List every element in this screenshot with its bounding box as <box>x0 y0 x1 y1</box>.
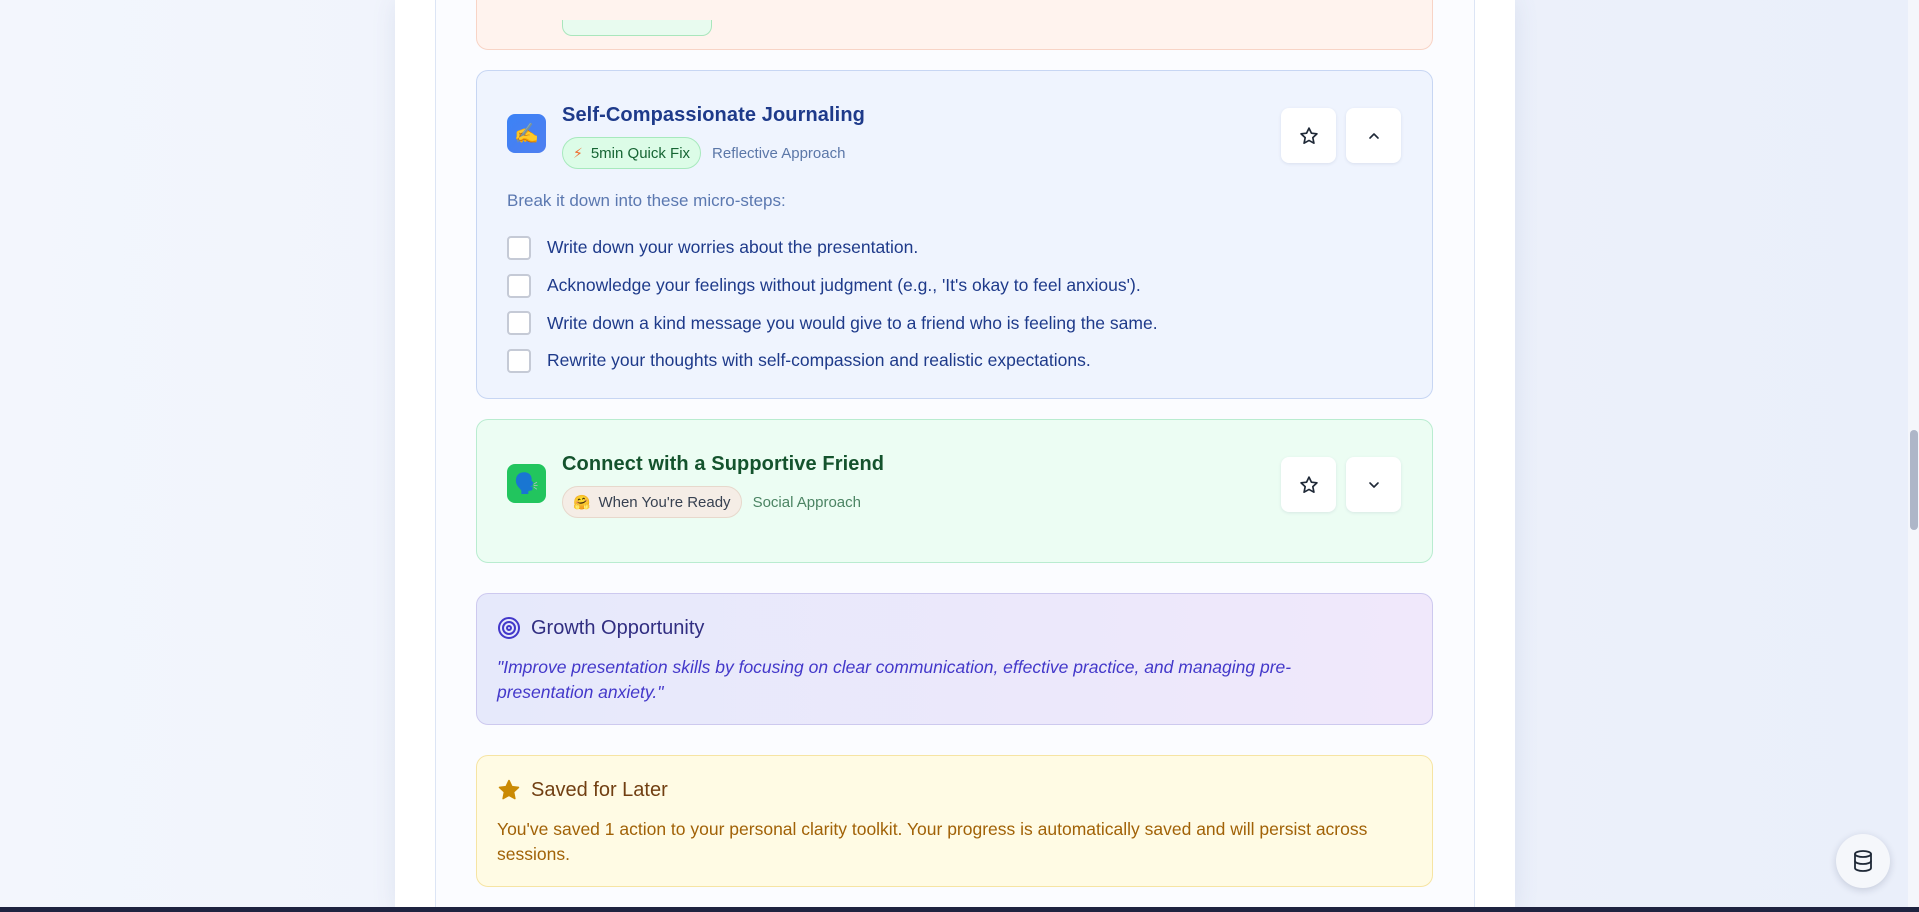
micro-step-text: Rewrite your thoughts with self-compassi… <box>547 350 1091 371</box>
saved-for-later-card: Saved for Later You've saved 1 action to… <box>476 755 1433 887</box>
micro-step-checkbox[interactable] <box>507 311 531 336</box>
micro-steps-list: Write down your worries about the presen… <box>507 229 1158 380</box>
micro-step-checkbox[interactable] <box>507 273 531 298</box>
growth-header: Growth Opportunity <box>497 616 704 640</box>
micro-step-text: Write down your worries about the presen… <box>547 237 919 258</box>
micro-step: Acknowledge your feelings without judgme… <box>507 267 1158 305</box>
action-title: Self-Compassionate Journaling <box>562 104 865 126</box>
writing-hand-glyph: ✍️ <box>514 123 539 145</box>
star-filled-icon <box>498 779 520 800</box>
saved-message: You've saved 1 action to your personal c… <box>497 819 1368 864</box>
saved-title: Saved for Later <box>531 778 668 801</box>
approach-label: Reflective Approach <box>712 144 846 162</box>
micro-step: Write down your worries about the presen… <box>507 229 1158 267</box>
micro-step: Rewrite your thoughts with self-compassi… <box>507 342 1158 380</box>
growth-opportunity-card: Growth Opportunity "Improve presentation… <box>476 593 1433 725</box>
database-button[interactable] <box>1836 834 1890 888</box>
collapse-button[interactable] <box>1346 108 1401 163</box>
micro-steps-intro: Break it down into these micro-steps: <box>507 191 786 210</box>
results-panel: ✍️ Self-Compassionate Journaling ⚡ 5min … <box>435 0 1475 912</box>
bottom-edge-bar <box>0 907 1919 912</box>
micro-step-checkbox[interactable] <box>507 235 531 260</box>
time-badge-label: When You're Ready <box>598 493 731 511</box>
save-star-button[interactable] <box>1281 108 1336 163</box>
writing-hand-icon: ✍️ <box>507 114 546 153</box>
previous-action-card <box>476 0 1433 50</box>
action-card-friend: 🗣️ Connect with a Supportive Friend 🤗 Wh… <box>476 419 1433 563</box>
saved-header: Saved for Later <box>497 778 668 802</box>
micro-step-checkbox[interactable] <box>507 348 531 373</box>
hugging-face-icon: 🤗 <box>573 493 591 510</box>
action-title: Connect with a Supportive Friend <box>562 453 885 475</box>
growth-title: Growth Opportunity <box>531 616 705 639</box>
micro-step: Write down a kind message you would give… <box>507 304 1158 342</box>
action-card-journaling: ✍️ Self-Compassionate Journaling ⚡ 5min … <box>476 70 1433 399</box>
save-star-button[interactable] <box>1281 457 1336 512</box>
lightning-bolt-icon: ⚡ <box>573 144 583 161</box>
scrollbar-thumb[interactable] <box>1910 430 1918 530</box>
star-outline-icon <box>1299 475 1318 493</box>
micro-step-text: Acknowledge your feelings without judgme… <box>547 275 1141 296</box>
approach-label: Social Approach <box>752 493 861 511</box>
micro-step-text: Write down a kind message you would give… <box>547 312 1158 333</box>
speaking-head-glyph: 🗣️ <box>514 473 539 495</box>
main-panel: ✍️ Self-Compassionate Journaling ⚡ 5min … <box>395 0 1515 912</box>
star-outline-icon <box>1299 126 1318 144</box>
expand-button[interactable] <box>1346 457 1401 512</box>
time-badge: 🤗 When You're Ready <box>562 486 742 518</box>
time-badge: ⚡ 5min Quick Fix <box>562 137 702 169</box>
speaking-head-icon: 🗣️ <box>507 464 546 503</box>
target-icon <box>498 617 520 639</box>
database-icon <box>1854 850 1872 872</box>
growth-quote: "Improve presentation skills by focusing… <box>497 657 1292 702</box>
time-badge-label: 5min Quick Fix <box>590 144 691 162</box>
action-meta: 🤗 When You're Ready Social Approach <box>562 486 861 518</box>
previous-action-badge <box>562 20 712 36</box>
action-meta: ⚡ 5min Quick Fix Reflective Approach <box>562 137 845 169</box>
chevron-up-icon <box>1368 132 1379 139</box>
chevron-down-icon <box>1368 481 1379 488</box>
